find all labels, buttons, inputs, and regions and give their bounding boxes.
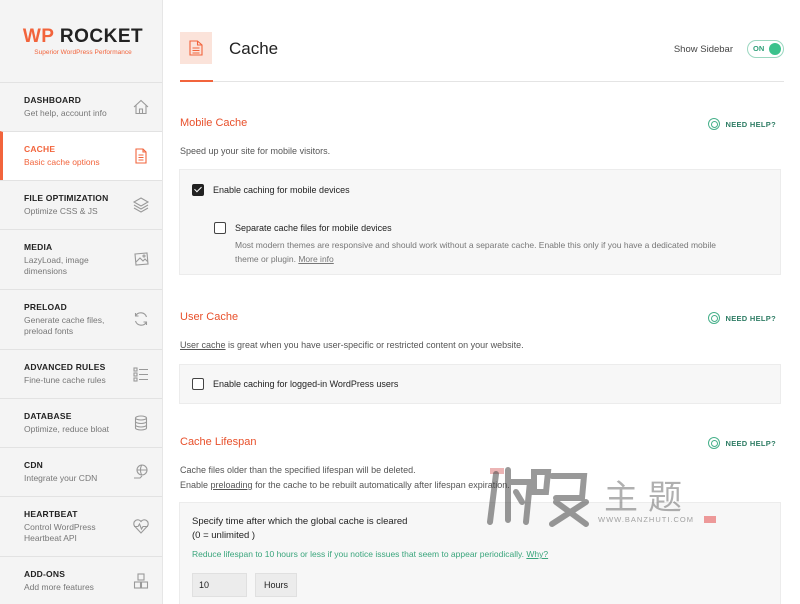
separate-mobile-cache-desc: Most modern themes are responsive and sh…: [235, 238, 775, 266]
header-underline: [180, 80, 213, 82]
user-cache-desc-text: is great when you have user-specific or …: [225, 340, 524, 350]
separate-desc-line1: Most modern themes are responsive and sh…: [235, 240, 716, 250]
help-lifebuoy-icon: [708, 437, 721, 449]
user-cache-help-link[interactable]: NEED HELP?: [708, 312, 776, 324]
mobile-cache-help-link[interactable]: NEED HELP?: [708, 118, 776, 130]
wp-rocket-logo[interactable]: WP ROCKET Superior WordPress Performance: [0, 0, 162, 82]
image-icon: [134, 252, 149, 266]
sidebar-item-desc: LazyLoad, image dimensions: [24, 255, 89, 276]
help-label: NEED HELP?: [725, 313, 776, 323]
lifespan-unit-select[interactable]: Hours: [255, 573, 297, 597]
show-sidebar-label: Show Sidebar: [673, 44, 733, 55]
user-cache-link[interactable]: User cache: [180, 340, 226, 350]
sidebar: WP ROCKET Superior WordPress Performance…: [0, 0, 163, 604]
more-info-link[interactable]: More info: [298, 254, 333, 264]
preloading-link[interactable]: preloading: [211, 480, 253, 490]
lifespan-desc-post: for the cache to be rebuilt automaticall…: [252, 480, 510, 490]
lifespan-label-line2: (0 = unlimited ): [192, 530, 256, 541]
mobile-cache-title: Mobile Cache: [180, 117, 248, 129]
logo-rocket: ROCKET: [54, 26, 144, 47]
help-label: NEED HELP?: [725, 438, 776, 448]
database-icon: [134, 415, 148, 431]
sidebar-item-desc: Fine-tune cache rules: [24, 375, 106, 385]
layers-icon: [132, 197, 150, 213]
lifespan-warning-text: Reduce lifespan to 10 hours or less if y…: [192, 549, 524, 559]
list-icon: [133, 367, 148, 382]
sidebar-item-desc: Optimize CSS & JS: [24, 206, 98, 216]
enable-mobile-cache-checkbox[interactable]: [192, 184, 204, 196]
main-content: Cache Show Sidebar ON Mobile Cache NEED …: [164, 8, 800, 604]
cache-lifespan-desc: Cache files older than the specified lif…: [180, 463, 510, 493]
sidebar-item-desc: Integrate your CDN: [24, 473, 98, 483]
enable-mobile-cache-label[interactable]: Enable caching for mobile devices: [213, 185, 350, 195]
sidebar-item-advanced-rules[interactable]: ADVANCED RULES Fine-tune cache rules: [0, 349, 162, 398]
logo-tagline: Superior WordPress Performance: [34, 49, 132, 56]
help-lifebuoy-icon: [708, 312, 721, 324]
cdn-icon: [134, 464, 148, 479]
separate-mobile-cache-checkbox[interactable]: [214, 222, 226, 234]
sidebar-item-media[interactable]: MEDIA LazyLoad, image dimensions: [0, 229, 162, 289]
mobile-cache-desc: Speed up your site for mobile visitors.: [180, 146, 331, 156]
lifespan-desc-pre: Enable: [180, 480, 211, 490]
page-header: Cache Show Sidebar ON: [180, 8, 784, 82]
show-sidebar-toggle[interactable]: ON: [747, 40, 784, 58]
cache-lifespan-options: Specify time after which the global cach…: [179, 502, 781, 604]
sidebar-item-file-optimization[interactable]: FILE OPTIMIZATION Optimize CSS & JS: [0, 180, 162, 229]
sidebar-item-desc: Add more features: [24, 582, 94, 592]
separate-desc-line2: theme or plugin.: [235, 254, 296, 264]
toggle-state-text: ON: [753, 44, 765, 53]
toggle-knob: [769, 43, 781, 55]
page-title: Cache: [229, 39, 279, 58]
sidebar-item-desc: Get help, account info: [24, 108, 107, 118]
cache-header-icon: [180, 32, 212, 64]
why-link[interactable]: Why?: [526, 549, 548, 559]
sidebar-item-desc: Control WordPress Heartbeat API: [24, 522, 96, 543]
user-cache-title: User Cache: [180, 311, 239, 323]
help-label: NEED HELP?: [725, 119, 776, 129]
sidebar-item-desc: Generate cache files, preload fonts: [24, 315, 105, 336]
home-icon: [133, 99, 149, 115]
mobile-cache-options: Enable caching for mobile devices Separa…: [179, 169, 781, 275]
sidebar-item-cache[interactable]: CACHE Basic cache options: [0, 131, 162, 180]
user-cache-options: Enable caching for logged-in WordPress u…: [179, 364, 781, 404]
sidebar-item-heartbeat[interactable]: HEARTBEAT Control WordPress Heartbeat AP…: [0, 496, 162, 556]
sidebar-item-database[interactable]: DATABASE Optimize, reduce bloat: [0, 398, 162, 447]
separate-mobile-cache-label[interactable]: Separate cache files for mobile devices: [235, 223, 392, 233]
sidebar-item-desc: Basic cache options: [24, 157, 100, 167]
cache-lifespan-help-link[interactable]: NEED HELP?: [708, 437, 776, 449]
refresh-icon: [134, 312, 148, 326]
document-icon: [135, 148, 147, 164]
sidebar-item-cdn[interactable]: CDN Integrate your CDN: [0, 447, 162, 496]
lifespan-value-input[interactable]: 10: [192, 573, 247, 597]
sidebar-item-dashboard[interactable]: DASHBOARD Get help, account info: [0, 82, 162, 131]
enable-user-cache-checkbox[interactable]: [192, 378, 204, 390]
lifespan-desc-line1: Cache files older than the specified lif…: [180, 465, 416, 475]
heartbeat-icon: [133, 519, 149, 534]
cache-lifespan-title: Cache Lifespan: [180, 436, 257, 448]
sidebar-item-desc: Optimize, reduce bloat: [24, 424, 110, 434]
help-lifebuoy-icon: [708, 118, 721, 130]
lifespan-field-label: Specify time after which the global cach…: [192, 515, 407, 543]
sidebar-item-add-ons[interactable]: ADD-ONS Add more features: [0, 556, 162, 604]
sidebar-item-preload[interactable]: PRELOAD Generate cache files, preload fo…: [0, 289, 162, 349]
logo-wp: WP: [22, 26, 55, 47]
enable-user-cache-label[interactable]: Enable caching for logged-in WordPress u…: [213, 379, 398, 389]
user-cache-desc: User cache is great when you have user-s…: [180, 338, 524, 353]
addons-icon: [133, 573, 149, 589]
lifespan-label-line1: Specify time after which the global cach…: [192, 516, 408, 527]
lifespan-warning: Reduce lifespan to 10 hours or less if y…: [192, 549, 548, 559]
